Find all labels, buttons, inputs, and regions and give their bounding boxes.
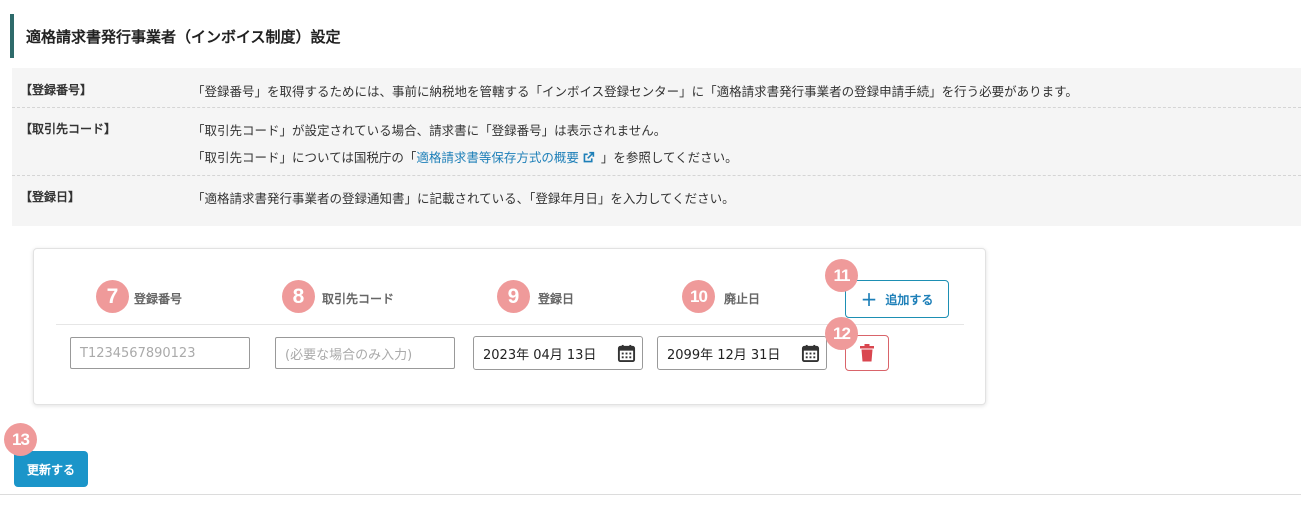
update-button[interactable]: 更新する [14, 451, 88, 487]
badge-11: 11 [825, 259, 858, 292]
column-label-registration-date: 登録日 [538, 292, 575, 306]
badge-7: 7 [96, 280, 129, 313]
page-title-bar: 適格請求書発行事業者（インボイス制度）設定 [10, 14, 1290, 58]
registration-date-input[interactable]: 2023年 04月 13日 [473, 336, 643, 370]
info-label-registration-date: 【登録日】 [20, 190, 81, 204]
invoice-settings-card: 7 登録番号 8 取引先コード 9 登録日 10 廃止日 11 + 追加する T… [33, 248, 986, 405]
registration-number-input[interactable]: T1234567890123 [70, 337, 250, 369]
add-row-button-label: 追加する [885, 292, 934, 307]
calendar-icon[interactable] [617, 344, 636, 363]
nta-overview-link[interactable]: 適格請求書等保存方式の概要 [416, 150, 595, 165]
partner-code-input[interactable]: (必要な場合のみ入力) [275, 337, 455, 369]
info-box: 【登録番号】 「登録番号」を取得するためには、事前に納税地を管轄する「インボイス… [12, 68, 1301, 226]
info-divider [12, 175, 1301, 176]
column-label-abolition-date: 廃止日 [724, 292, 761, 306]
info-label-partner-code: 【取引先コード】 [20, 122, 117, 136]
plus-icon: + [860, 287, 878, 311]
info-link-suffix: 」を参照してください。 [600, 150, 738, 165]
abolition-date-input[interactable]: 2099年 12月 31日 [657, 336, 827, 370]
trash-icon [860, 344, 874, 362]
external-link-icon [583, 151, 595, 163]
bottom-divider [0, 494, 1301, 495]
info-text-registration-date: 「適格請求書発行事業者の登録通知書」に記載されている、「登録年月日」を入力してく… [192, 191, 735, 206]
registration-date-value: 2023年 04月 13日 [483, 347, 597, 363]
badge-8: 8 [282, 280, 315, 313]
column-label-partner-code: 取引先コード [322, 292, 395, 306]
calendar-icon[interactable] [801, 344, 820, 363]
badge-10: 10 [682, 280, 715, 313]
abolition-date-value: 2099年 12月 31日 [667, 347, 781, 363]
badge-9: 9 [497, 280, 530, 313]
info-text-registration-number: 「登録番号」を取得するためには、事前に納税地を管轄する「インボイス登録センター」… [192, 84, 1078, 99]
info-label-registration-number: 【登録番号】 [20, 83, 93, 97]
column-label-registration-number: 登録番号 [134, 292, 183, 306]
badge-13: 13 [4, 423, 37, 456]
badge-12: 12 [825, 317, 858, 350]
info-link-prefix: 「取引先コード」については国税庁の「 [192, 150, 417, 165]
nta-overview-link-text[interactable]: 適格請求書等保存方式の概要 [416, 150, 579, 165]
info-divider [12, 107, 1301, 108]
info-text-partner-code-2: 「取引先コード」については国税庁の「適格請求書等保存方式の概要 」を参照してくださ… [192, 147, 738, 166]
page-title: 適格請求書発行事業者（インボイス制度）設定 [26, 27, 341, 46]
info-text-partner-code-1: 「取引先コード」が設定されている場合、請求書に「登録番号」は表示されません。 [192, 123, 667, 138]
add-row-button[interactable]: + 追加する [845, 280, 949, 318]
